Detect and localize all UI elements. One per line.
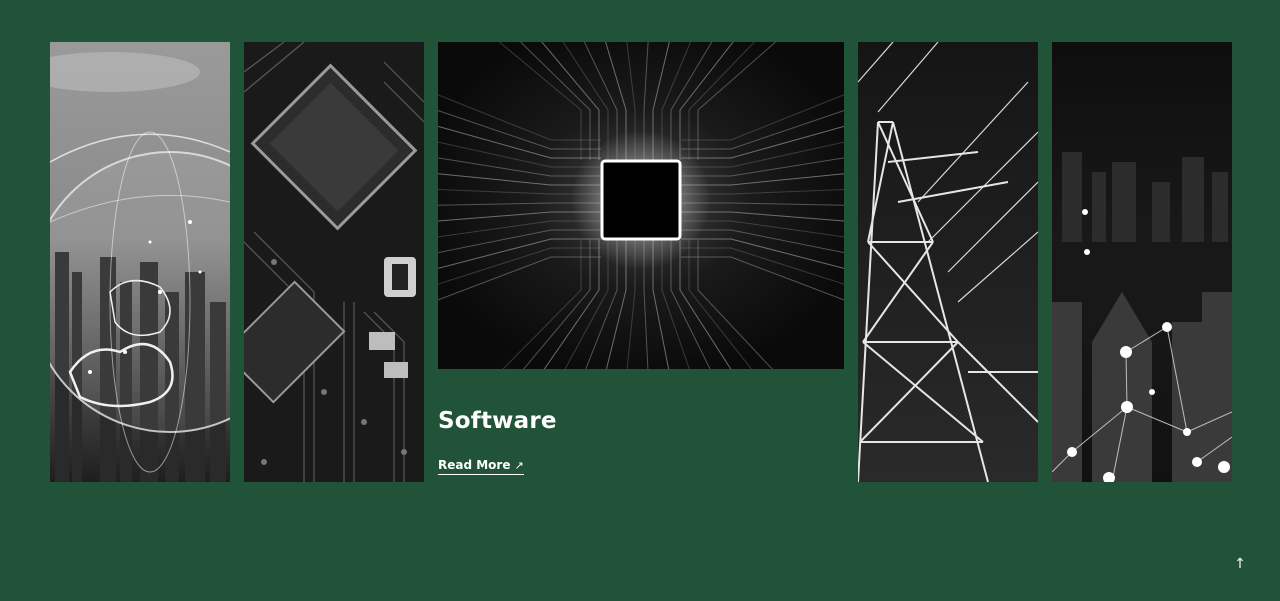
- gallery-panel-globe[interactable]: [50, 42, 230, 482]
- cpu-chip-image: [438, 42, 844, 369]
- gallery-panel-circuit-board[interactable]: [244, 42, 424, 482]
- city-network-image: [1052, 42, 1232, 482]
- scroll-to-top-button[interactable]: ↑: [1230, 554, 1250, 574]
- featured-image[interactable]: [438, 42, 844, 369]
- featured-card-software: Software Read More ↗: [438, 42, 844, 482]
- circuit-board-image: [244, 42, 424, 482]
- gallery-panel-city-network[interactable]: [1052, 42, 1232, 482]
- feature-title: Software: [438, 408, 557, 434]
- arrow-up-right-icon: ↗: [514, 458, 524, 472]
- read-more-label: Read More: [438, 458, 511, 472]
- gallery-panel-power-tower[interactable]: [858, 42, 1038, 482]
- arrow-up-icon: ↑: [1234, 556, 1246, 572]
- power-tower-image: [858, 42, 1038, 482]
- globe-city-image: [50, 42, 230, 482]
- read-more-link[interactable]: Read More ↗: [438, 458, 524, 475]
